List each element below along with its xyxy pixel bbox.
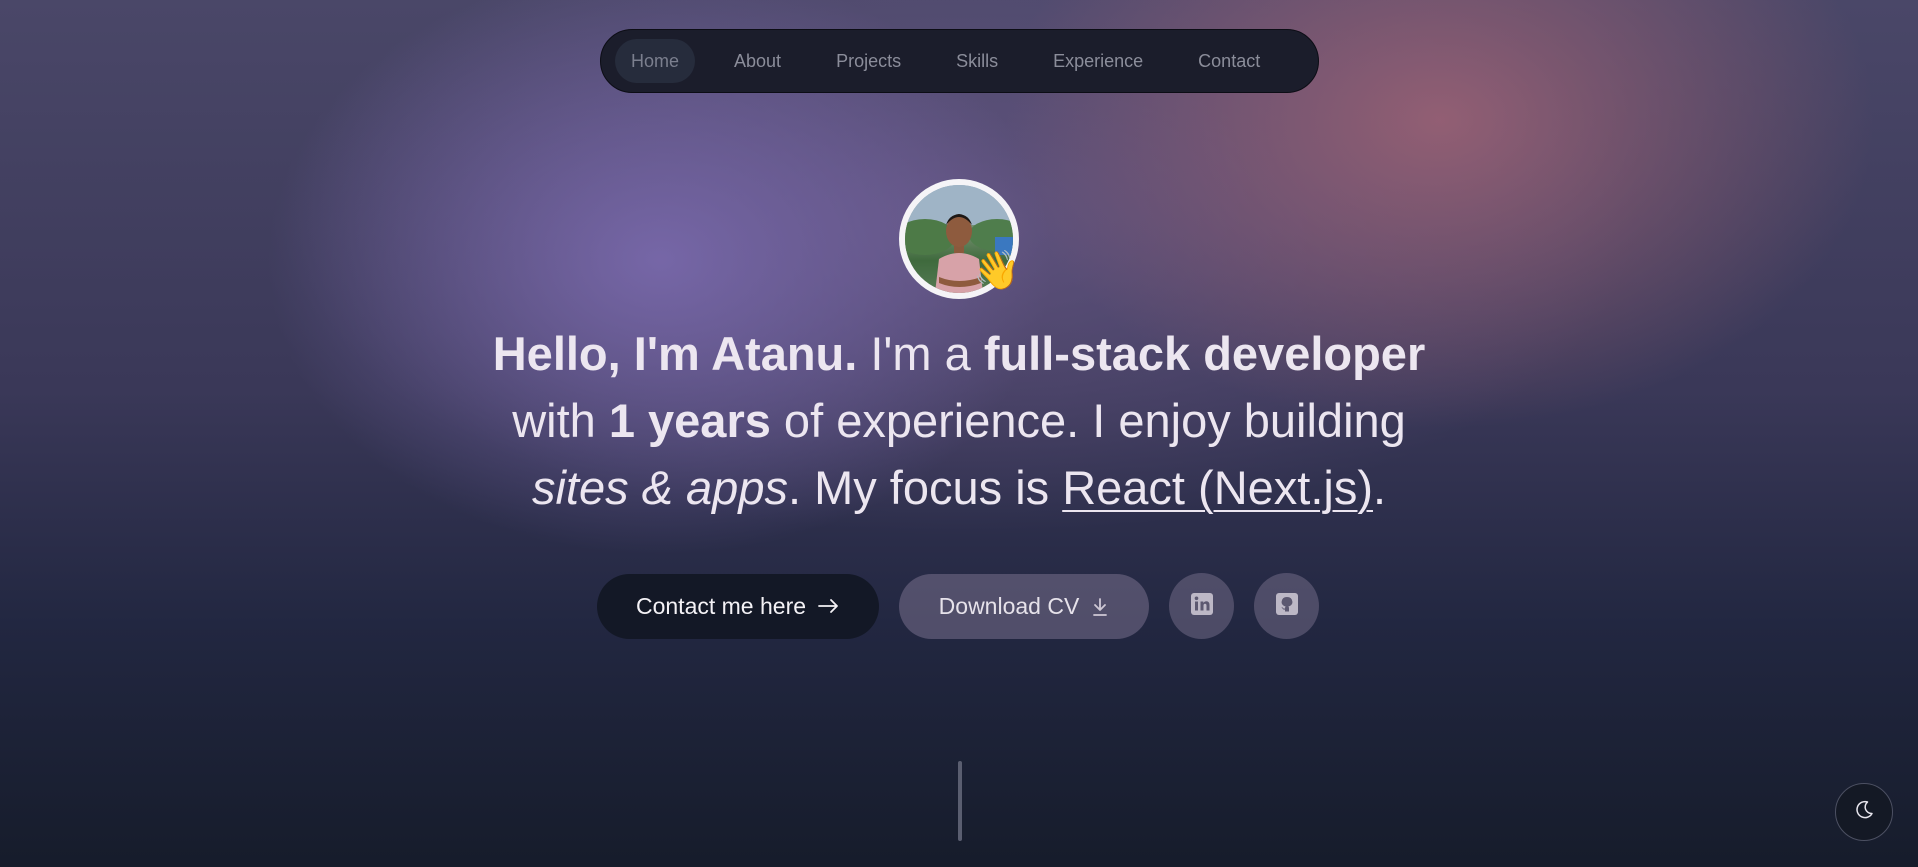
top-nav: Home About Projects Skills Experience Co… bbox=[600, 29, 1319, 93]
arrow-right-icon bbox=[818, 593, 840, 621]
nav-item-contact[interactable]: Contact bbox=[1182, 39, 1276, 83]
hero-intro: Hello, I'm Atanu. bbox=[492, 327, 858, 380]
linkedin-button[interactable] bbox=[1169, 573, 1234, 639]
hero-text: with bbox=[512, 394, 609, 447]
hero-role: full-stack developer bbox=[983, 327, 1426, 380]
download-cv-button[interactable]: Download CV bbox=[899, 574, 1149, 639]
nav-item-about[interactable]: About bbox=[718, 39, 797, 83]
github-button[interactable] bbox=[1254, 573, 1319, 639]
nav-item-experience[interactable]: Experience bbox=[1037, 39, 1159, 83]
contact-button[interactable]: Contact me here bbox=[597, 574, 879, 639]
scroll-indicator bbox=[958, 761, 962, 841]
hero-text: I'm a bbox=[857, 327, 984, 380]
linkedin-icon bbox=[1190, 592, 1214, 621]
hero-focus-link[interactable]: React (Next.js) bbox=[1062, 461, 1373, 514]
hero-headline: Hello, I'm Atanu. I'm a full-stack devel… bbox=[460, 320, 1458, 521]
waving-hand-icon: 👋 bbox=[973, 250, 1021, 292]
download-cv-label: Download CV bbox=[938, 593, 1080, 619]
hero-years: 1 years bbox=[608, 394, 771, 447]
nav-item-projects[interactable]: Projects bbox=[820, 39, 917, 83]
hero-sites: sites & apps bbox=[531, 461, 788, 514]
hero-text: . bbox=[1372, 461, 1387, 514]
nav-item-home[interactable]: Home bbox=[615, 39, 696, 83]
moon-icon bbox=[1853, 799, 1875, 826]
github-icon bbox=[1275, 592, 1299, 621]
nav-item-skills[interactable]: Skills bbox=[940, 39, 1014, 83]
hero-text: . My focus is bbox=[787, 461, 1063, 514]
contact-button-label: Contact me here bbox=[635, 593, 807, 619]
hero-text: of experience. I enjoy building bbox=[770, 394, 1406, 447]
download-icon bbox=[1091, 597, 1109, 617]
theme-toggle-button[interactable] bbox=[1835, 783, 1893, 841]
